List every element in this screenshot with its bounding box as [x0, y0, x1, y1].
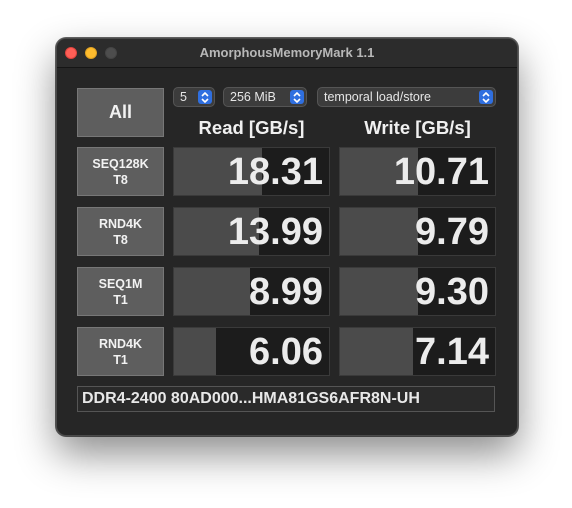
row-label-line1: RND4K — [98, 216, 143, 231]
row-label-line2: T1 — [113, 352, 128, 367]
read-column-header: Read [GB/s] — [198, 117, 305, 138]
row-label-line1: SEQ1M — [98, 276, 143, 291]
write-progress-bar — [340, 268, 418, 315]
read-result-cell: 13.99 — [173, 207, 330, 256]
row-label-line2: T8 — [113, 172, 128, 187]
read-value: 18.31 — [227, 151, 323, 193]
row-label-line2: T1 — [113, 292, 128, 307]
up-down-chevron-icon — [198, 90, 212, 104]
write-progress-bar — [340, 208, 418, 255]
row-label-line1: RND4K — [98, 336, 143, 351]
read-value: 6.06 — [249, 331, 323, 373]
write-value: 9.30 — [415, 271, 489, 313]
test-size-value: 256 MiB — [230, 90, 276, 104]
write-result-cell: 7.14 — [339, 327, 496, 376]
read-value: 8.99 — [249, 271, 323, 313]
read-result-cell: 6.06 — [173, 327, 330, 376]
test-count-value: 5 — [180, 90, 187, 104]
up-down-chevron-icon — [290, 90, 304, 104]
title-bar: AmorphousMemoryMark 1.1 — [57, 39, 517, 68]
read-result-cell: 8.99 — [173, 267, 330, 316]
test-count-select[interactable]: 5 — [173, 87, 215, 107]
run-seq128k-t8-button[interactable]: SEQ128K T8 — [77, 147, 164, 196]
write-progress-bar — [340, 328, 413, 375]
read-value: 13.99 — [227, 211, 323, 253]
write-result-cell: 10.71 — [339, 147, 496, 196]
write-result-cell: 9.30 — [339, 267, 496, 316]
write-value: 7.14 — [415, 331, 489, 373]
up-down-chevron-icon — [479, 90, 493, 104]
read-progress-bar — [174, 328, 216, 375]
run-all-button[interactable]: All — [77, 88, 164, 137]
write-result-cell: 9.79 — [339, 207, 496, 256]
test-size-select[interactable]: 256 MiB — [223, 87, 307, 107]
run-rnd4k-t1-button[interactable]: RND4K T1 — [77, 327, 164, 376]
write-column-header: Write [GB/s] — [364, 117, 471, 138]
test-mode-select[interactable]: temporal load/store — [317, 87, 496, 107]
window-title: AmorphousMemoryMark 1.1 — [199, 45, 375, 60]
row-label-line1: SEQ128K — [92, 156, 149, 171]
write-value: 10.71 — [393, 151, 489, 193]
row-label-line2: T8 — [113, 232, 128, 247]
run-seq1m-t1-button[interactable]: SEQ1M T1 — [77, 267, 164, 316]
test-mode-value: temporal load/store — [324, 90, 432, 104]
read-result-cell: 18.31 — [173, 147, 330, 196]
memory-device-info: DDR4-2400 80AD000...HMA81GS6AFR8N-UH — [77, 386, 495, 412]
read-progress-bar — [174, 268, 250, 315]
run-rnd4k-t8-button[interactable]: RND4K T8 — [77, 207, 164, 256]
app-window: AmorphousMemoryMark 1.1 All 5 256 MiB te… — [56, 38, 518, 436]
write-value: 9.79 — [415, 211, 489, 253]
